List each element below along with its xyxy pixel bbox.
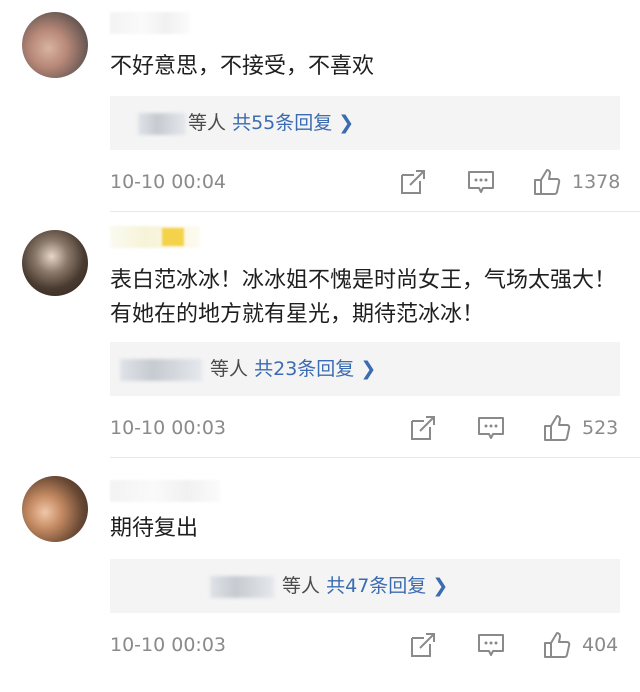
comment-item: 期待复出 等人 共47条回复 ❯ 10-10 00:03 404: [0, 458, 640, 692]
comment-item: 不好意思，不接受，不喜欢 等人 共55条回复 ❯ 10-10 00:04 137…: [0, 0, 640, 212]
comment-icon[interactable]: [476, 413, 506, 443]
thumbs-up-icon[interactable]: [542, 413, 572, 443]
comment-icon[interactable]: [466, 167, 496, 197]
comment-text: 不好意思，不接受，不喜欢: [110, 54, 375, 79]
reply-summary[interactable]: 等人 共47条回复 ❯: [110, 559, 620, 613]
comment-meta: 10-10 00:04 1378: [110, 167, 620, 197]
replier-names-blurred: [120, 358, 202, 381]
like-count: 523: [582, 417, 619, 439]
thumbs-up-icon[interactable]: [542, 630, 572, 660]
reply-suffix: 等人: [282, 575, 321, 597]
like-count: 1378: [572, 171, 621, 193]
comment-item: 表白范冰冰！冰冰姐不愧是时尚女王，气场太强大！有她在的地方就有星光，期待范冰冰！…: [0, 212, 640, 458]
reply-summary[interactable]: 等人 共23条回复 ❯: [110, 342, 620, 396]
reply-count-link[interactable]: 共55条回复: [232, 112, 332, 134]
avatar[interactable]: [22, 12, 88, 78]
reply-summary[interactable]: 等人 共55条回复 ❯: [110, 96, 620, 150]
reply-count-link[interactable]: 共23条回复: [254, 358, 354, 380]
chevron-right-icon: ❯: [432, 575, 449, 597]
avatar[interactable]: [22, 476, 88, 542]
chevron-right-icon: ❯: [360, 358, 377, 380]
username-blurred[interactable]: [110, 480, 220, 502]
share-icon[interactable]: [408, 413, 438, 443]
share-icon[interactable]: [408, 630, 438, 660]
reply-count-link[interactable]: 共47条回复: [326, 575, 426, 597]
comment-meta: 10-10 00:03 404: [110, 630, 620, 660]
replier-names-blurred: [138, 112, 186, 135]
reply-suffix: 等人: [188, 112, 227, 134]
thumbs-up-icon[interactable]: [532, 167, 562, 197]
comment-icon[interactable]: [476, 630, 506, 660]
comment-text: 表白范冰冰！冰冰姐不愧是时尚女王，气场太强大！有她在的地方就有星光，期待范冰冰！: [110, 268, 617, 327]
like-count: 404: [582, 634, 619, 656]
replier-names-blurred: [210, 575, 274, 598]
share-icon[interactable]: [398, 167, 428, 197]
timestamp: 10-10 00:03: [110, 634, 227, 656]
avatar[interactable]: [22, 230, 88, 296]
reply-suffix: 等人: [210, 358, 249, 380]
comment-meta: 10-10 00:03 523: [110, 413, 620, 443]
timestamp: 10-10 00:04: [110, 171, 227, 193]
chevron-right-icon: ❯: [338, 112, 355, 134]
username-blurred[interactable]: [110, 226, 200, 248]
comment-text: 期待复出: [110, 516, 199, 541]
timestamp: 10-10 00:03: [110, 417, 227, 439]
username-blurred[interactable]: [110, 12, 190, 34]
